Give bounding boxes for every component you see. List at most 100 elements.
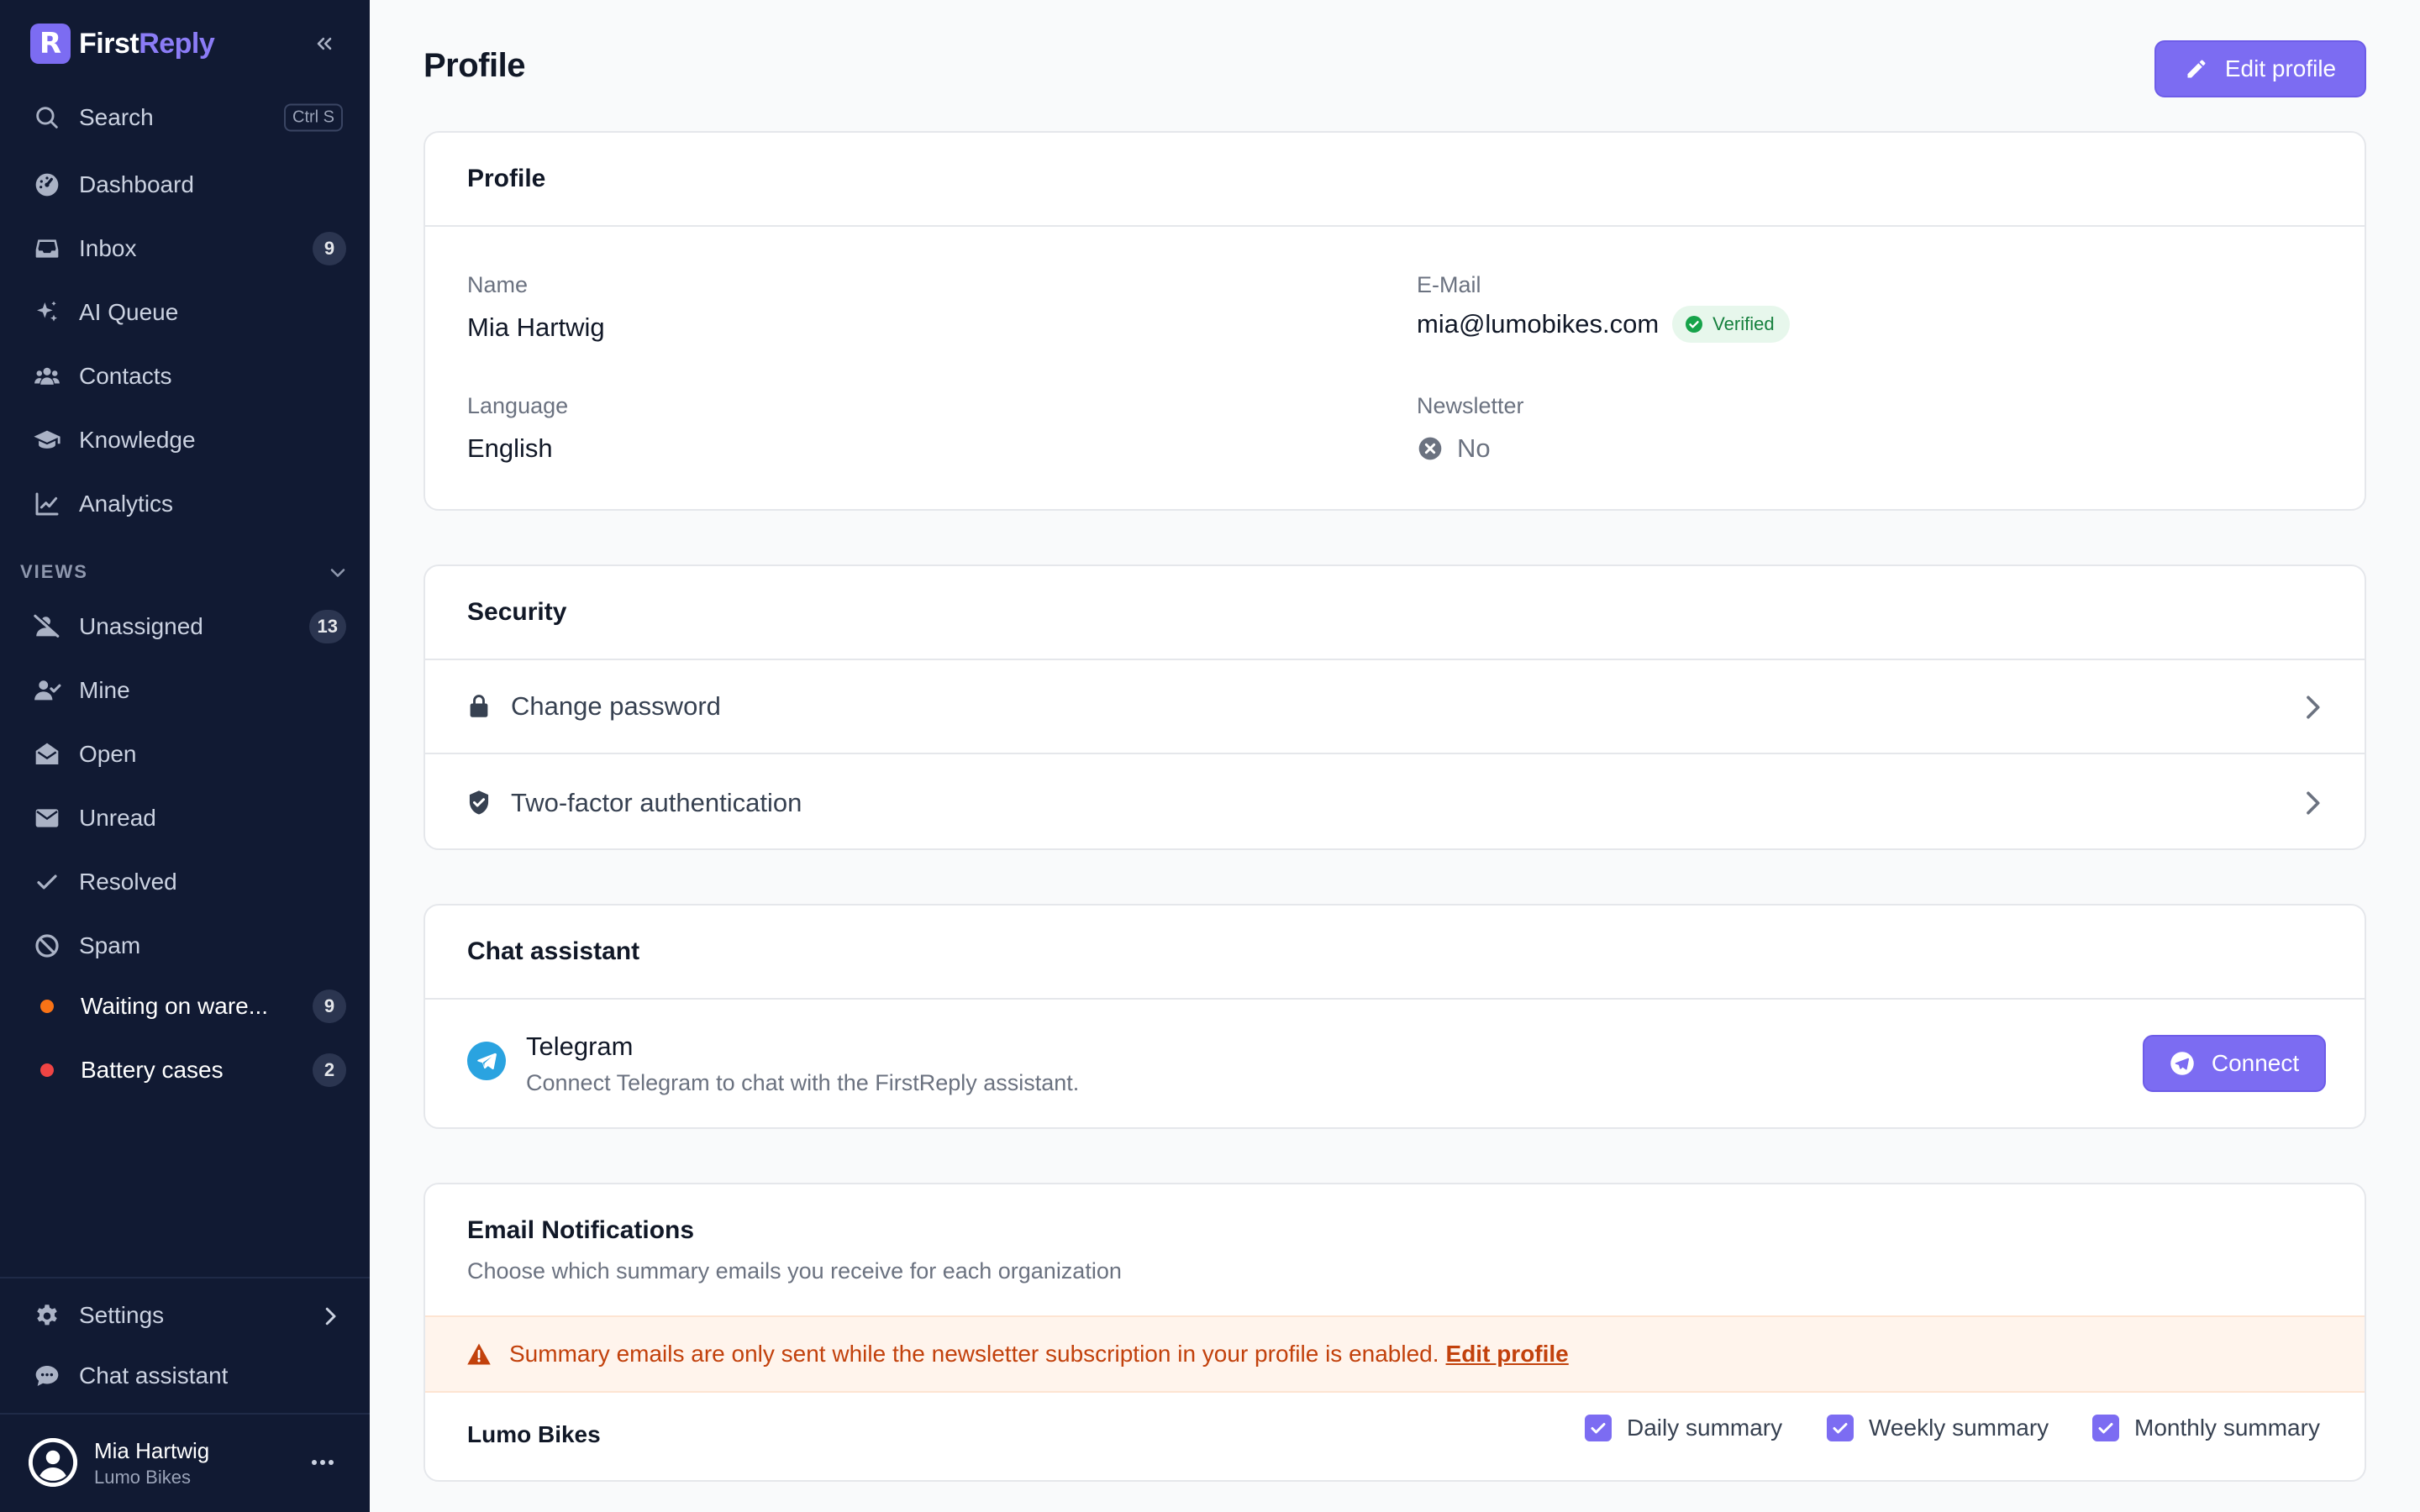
inbox-icon [30,232,64,265]
sidebar-item-label: Unassigned [79,613,203,639]
brand-logo[interactable]: R FirstReply [30,24,215,64]
telegram-icon [467,1042,506,1080]
sidebar-view-unassigned[interactable]: Unassigned 13 [13,598,356,655]
sidebar-item-label: Dashboard [79,171,194,197]
email-value: mia@lumobikes.com [1417,309,1660,339]
daily-summary-option[interactable]: Daily summary [1585,1415,1782,1441]
sidebar-item-label: Chat assistant [79,1362,229,1389]
envelope-open-icon [30,738,64,771]
connect-label: Connect [2211,1050,2300,1076]
name-value: Mia Hartwig [467,312,605,342]
change-password-row[interactable]: Change password [425,660,2365,754]
brand-name: FirstReply [79,27,215,60]
warning-triangle-icon [466,1341,492,1368]
edit-profile-button[interactable]: Edit profile [2154,40,2366,97]
telegram-row: Telegram Connect Telegram to chat with t… [425,1000,2365,1127]
telegram-description: Connect Telegram to chat with the FirstR… [526,1070,1080,1095]
monthly-summary-label: Monthly summary [2134,1415,2320,1441]
email-notifications-card: Email Notifications Choose which summary… [424,1183,2366,1482]
chevron-right-icon [2307,791,2320,815]
sidebar-item-contacts[interactable]: Contacts [13,348,356,405]
weekly-summary-option[interactable]: Weekly summary [1827,1415,2049,1441]
sidebar-item-chat-assistant[interactable]: Chat assistant [13,1347,356,1404]
waiting-count-badge: 9 [313,990,346,1023]
language-label: Language [467,393,569,418]
newsletter-label: Newsletter [1417,393,1524,418]
sidebar-item-label: Contacts [79,363,172,389]
collapse-sidebar-button[interactable] [308,27,341,60]
sidebar-item-dashboard[interactable]: Dashboard [13,156,356,213]
email-row: mia@lumobikes.com Verified [1417,306,1790,343]
chart-line-icon [30,487,64,521]
monthly-summary-option[interactable]: Monthly summary [2092,1415,2320,1441]
chat-assistant-card: Chat assistant Telegram Connect Telegram… [424,904,2366,1129]
user-name: Mia Hartwig [94,1438,210,1463]
security-card: Security Change password Two-factor auth… [424,564,2366,850]
user-avatar-icon [29,1438,77,1487]
newsletter-warning-text: Summary emails are only sent while the n… [509,1341,1439,1367]
ban-icon [30,929,64,963]
battery-cases-count-badge: 2 [313,1053,346,1087]
two-factor-label: Two-factor authentication [511,788,802,817]
status-dot-red [40,1063,54,1077]
inbox-count-badge: 9 [313,232,346,265]
checkmark-icon [2098,1423,2113,1434]
users-icon [30,360,64,393]
sidebar-item-label: Unread [79,805,156,831]
sidebar-view-resolved[interactable]: Resolved [13,853,356,911]
sidebar-item-label: Analytics [79,491,174,517]
sidebar-view-waiting-on-warehouse[interactable]: Waiting on ware... 9 [13,978,356,1035]
user-slash-icon [30,610,64,643]
daily-summary-checkbox[interactable] [1585,1415,1612,1441]
sidebar-item-inbox[interactable]: Inbox 9 [13,220,356,277]
graduation-cap-icon [30,423,64,457]
status-dot-orange [40,1000,54,1013]
sidebar-item-label: Mine [79,677,130,703]
sidebar-item-settings[interactable]: Settings [13,1287,356,1344]
sidebar-view-spam[interactable]: Spam [13,917,356,974]
chevron-down-icon[interactable] [326,561,350,585]
check-icon [30,865,64,899]
logo-mark-icon: R [30,24,71,64]
sidebar-search[interactable]: Search Ctrl S [13,89,356,146]
envelope-icon [30,801,64,835]
connect-telegram-button[interactable]: Connect [2143,1035,2326,1092]
views-section-label: VIEWS [20,561,88,582]
sidebar-item-analytics[interactable]: Analytics [13,475,356,533]
organization-name: Lumo Bikes [467,1421,601,1447]
ellipsis-icon [312,1460,334,1465]
two-factor-row[interactable]: Two-factor authentication [425,756,2365,848]
shield-check-icon [466,790,492,816]
unassigned-count-badge: 13 [308,610,346,643]
avatar [29,1438,77,1487]
sidebar-view-mine[interactable]: Mine [13,662,356,719]
monthly-summary-checkbox[interactable] [2092,1415,2119,1441]
weekly-summary-checkbox[interactable] [1827,1415,1854,1441]
profile-card-title: Profile [425,133,2365,227]
chevron-right-icon [325,1307,336,1326]
brand-name-second: Reply [139,27,215,60]
lock-icon [466,693,492,720]
pencil-icon [2185,57,2208,81]
sidebar-view-battery-cases[interactable]: Battery cases 2 [13,1042,356,1099]
search-shortcut: Ctrl S [284,103,343,132]
edit-profile-link[interactable]: Edit profile [1446,1341,1569,1368]
more-options-button[interactable] [306,1450,339,1475]
newsletter-value: No [1457,433,1491,463]
gear-icon [30,1299,64,1332]
user-account-menu[interactable]: Mia Hartwig Lumo Bikes [0,1415,370,1512]
telegram-icon [2170,1051,2195,1076]
email-notifications-subtitle: Choose which summary emails you receive … [467,1258,1122,1284]
sidebar-item-label: Battery cases [81,1057,224,1083]
sidebar-view-open[interactable]: Open [13,726,356,783]
sidebar-item-ai-queue[interactable]: AI Queue [13,284,356,341]
sidebar-view-unread[interactable]: Unread [13,790,356,847]
name-label: Name [467,272,529,297]
verified-badge: Verified [1672,306,1790,343]
sidebar: R FirstReply Search Ctrl S Dashboard Inb… [0,0,370,1512]
user-organization: Lumo Bikes [94,1467,191,1488]
email-label: E-Mail [1417,272,1481,297]
sidebar-item-knowledge[interactable]: Knowledge [13,412,356,469]
sidebar-item-label: Resolved [79,869,177,895]
chat-bubble-icon [30,1359,64,1393]
